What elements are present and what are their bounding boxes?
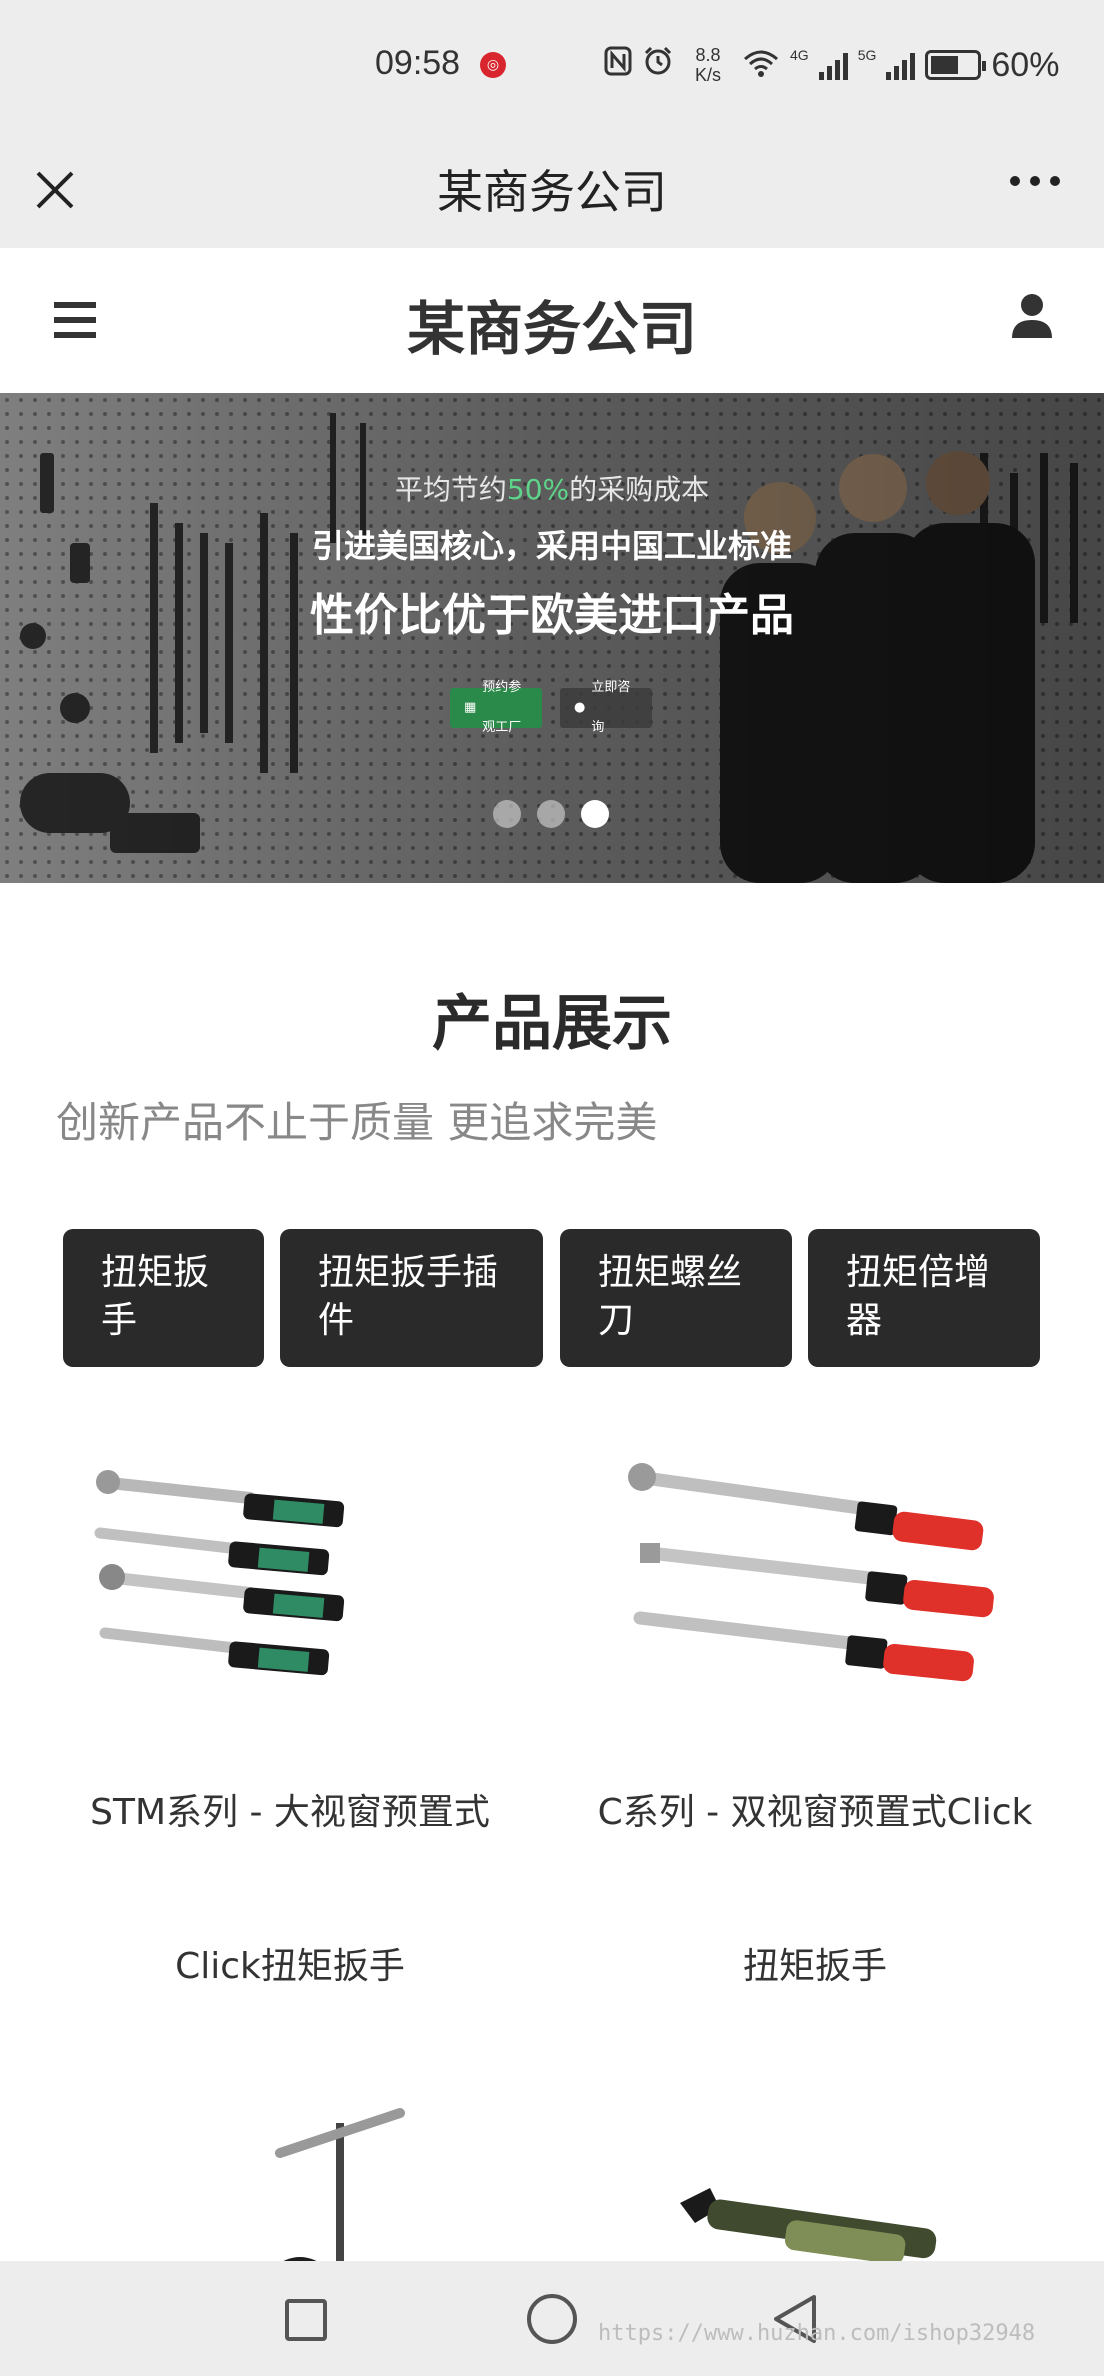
home-icon[interactable] bbox=[527, 2294, 577, 2344]
product-image-torque-multiplier[interactable] bbox=[70, 2093, 510, 2261]
products-section: 产品展示 创新产品不止于质量 更追求完美 扭矩扳手 扭矩扳手插件 扭矩螺丝刀 扭… bbox=[0, 883, 1104, 2261]
alarm-icon bbox=[642, 45, 674, 85]
banner-line-2: 引进美国核心，采用中国工业标准 bbox=[311, 527, 792, 565]
app-nav-title: 某商务公司 bbox=[437, 165, 667, 219]
banner-line-1-prefix: 平均节约 bbox=[394, 473, 507, 506]
carousel-dot[interactable] bbox=[493, 800, 521, 828]
building-icon: ▦ bbox=[464, 700, 477, 715]
app-notification-icon: ◎ bbox=[480, 52, 506, 78]
status-bar: 09:58 ◎ 8.8 K/s 4G 5G 60% bbox=[0, 0, 1104, 126]
site-title: 某商务公司 bbox=[406, 295, 697, 363]
product-image-stm-series[interactable] bbox=[70, 1453, 510, 1773]
net-type-1: 4G bbox=[790, 47, 809, 63]
watermark-text: https://www.huzhan.com/ishop32948 bbox=[598, 2321, 1036, 2346]
consult-now-button[interactable]: ● 立即咨询 bbox=[560, 680, 652, 735]
battery-percent: 60% bbox=[991, 45, 1060, 84]
banner-line-1-suffix: 的采购成本 bbox=[569, 473, 710, 506]
battery-fill bbox=[931, 56, 958, 74]
section-title: 产品展示 bbox=[432, 989, 672, 1059]
product-name-line-1: C系列 - 双视窗预置式Click bbox=[597, 1792, 1033, 1833]
app-nav-bar: 某商务公司 bbox=[0, 126, 1104, 248]
category-button-torque-multiplier[interactable]: 扭矩倍增器 bbox=[808, 1229, 1040, 1367]
more-icon[interactable] bbox=[1010, 176, 1060, 186]
wifi-icon bbox=[742, 48, 780, 83]
product-name-line-2: 扭矩扳手 bbox=[742, 1946, 887, 1987]
banner-highlight: 50% bbox=[506, 473, 570, 506]
consult-now-label: 立即咨询 bbox=[591, 680, 631, 735]
network-speed: 8.8 K/s bbox=[684, 45, 732, 85]
network-speed-value: 8.8 bbox=[695, 45, 721, 65]
network-speed-unit: K/s bbox=[694, 65, 721, 85]
status-time: 09:58 bbox=[375, 44, 461, 82]
carousel-dot[interactable] bbox=[537, 800, 565, 828]
carousel-dots bbox=[493, 800, 609, 828]
product-name-stm-series[interactable]: STM系列 - 大视窗预置式 Click扭矩扳手 bbox=[60, 1783, 520, 1997]
user-icon[interactable] bbox=[1010, 292, 1054, 340]
banner-line-3: 性价比优于欧美进口产品 bbox=[310, 590, 794, 641]
category-button-torque-screwdriver[interactable]: 扭矩螺丝刀 bbox=[560, 1229, 792, 1367]
product-image-c-series[interactable] bbox=[600, 1453, 1040, 1773]
site-header: 某商务公司 bbox=[0, 248, 1104, 393]
system-nav-bar: https://www.huzhan.com/ishop32948 bbox=[0, 2261, 1104, 2376]
net-type-2: 5G bbox=[857, 47, 877, 63]
category-button-torque-wrench[interactable]: 扭矩扳手 bbox=[63, 1229, 264, 1367]
book-factory-visit-button[interactable]: ▦ 预约参观工厂 bbox=[450, 680, 542, 735]
banner-line-1: 平均节约50%的采购成本 bbox=[0, 468, 1104, 508]
product-image-torque-screwdriver[interactable] bbox=[600, 2093, 1040, 2261]
recent-apps-icon[interactable] bbox=[285, 2299, 327, 2341]
book-factory-visit-label: 预约参观工厂 bbox=[482, 680, 522, 735]
nfc-icon bbox=[604, 46, 632, 84]
product-name-c-series[interactable]: C系列 - 双视窗预置式Click 扭矩扳手 bbox=[580, 1783, 1050, 1997]
hero-banner[interactable]: 平均节约50%的采购成本 引进美国核心，采用中国工业标准 性价比优于欧美进口产品… bbox=[0, 393, 1104, 883]
carousel-dot-active[interactable] bbox=[581, 800, 609, 828]
signal-icon bbox=[886, 50, 916, 80]
status-icons: 8.8 K/s 4G 5G 60% bbox=[604, 40, 1059, 90]
battery-icon bbox=[925, 50, 987, 80]
product-name-line-1: STM系列 - 大视窗预置式 bbox=[90, 1792, 490, 1833]
section-subtitle: 创新产品不止于质量 更追求完美 bbox=[56, 1098, 658, 1147]
category-button-wrench-insert[interactable]: 扭矩扳手插件 bbox=[280, 1229, 543, 1367]
product-name-line-2: Click扭矩扳手 bbox=[175, 1946, 405, 1987]
signal-icon bbox=[818, 50, 848, 80]
user-icon: ● bbox=[574, 700, 586, 715]
